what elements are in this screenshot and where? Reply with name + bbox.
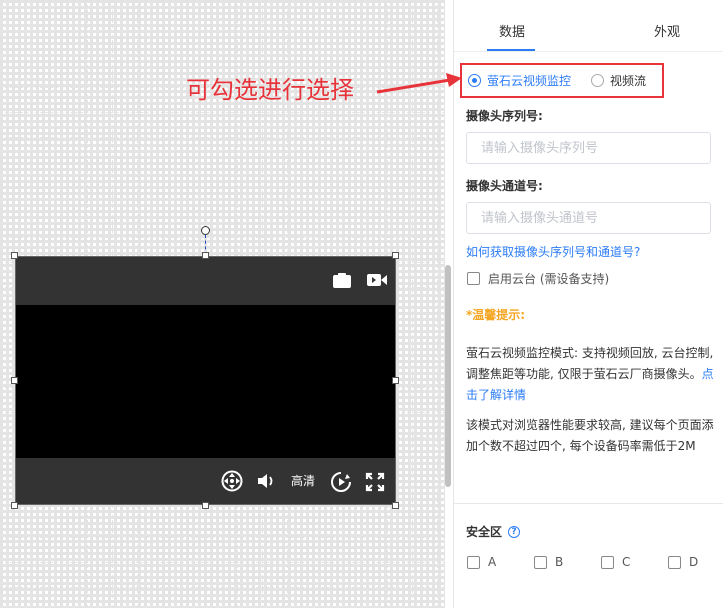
annotation-text: 可勾选进行选择 (186, 76, 354, 104)
annotation-arrow (376, 73, 462, 94)
grid-line (0, 137, 445, 138)
resize-handle-ne[interactable] (392, 252, 399, 259)
tip-text-1: 萤石云视频监控模式: 支持视频回放, 云台控制, 调整焦距等功能, 仅限于萤石云… (466, 346, 714, 381)
radio-video-stream[interactable]: 视频流 (591, 72, 646, 89)
safe-zone-label-row: 安全区 ? (466, 523, 521, 540)
option-label: B (555, 555, 564, 569)
ptz-checkbox[interactable]: 启用云台 (需设备支持) (467, 270, 609, 287)
option-label: D (689, 555, 699, 569)
rotate-handle[interactable] (201, 226, 210, 235)
grid-line (0, 12, 445, 13)
radio-label: 萤石云视频监控 (487, 74, 572, 88)
grid-line (0, 212, 445, 213)
playback-icon[interactable] (330, 471, 352, 493)
safe-zone-option-b[interactable]: B (534, 555, 563, 569)
video-player-widget[interactable]: 高清 (15, 256, 396, 505)
grid-line (0, 512, 445, 513)
radio-label: 视频流 (610, 74, 647, 88)
grid-line (0, 187, 445, 188)
resize-handle-n[interactable] (202, 252, 209, 259)
resize-handle-sw[interactable] (11, 502, 18, 509)
help-icon[interactable]: ? (508, 525, 521, 538)
safe-zone-option-d[interactable]: D (668, 555, 698, 569)
quality-label[interactable]: 高清 (291, 473, 315, 489)
safe-zone-option-c[interactable]: C (601, 555, 630, 569)
radio-dot (468, 74, 481, 87)
channel-label: 摄像头通道号: (466, 179, 543, 193)
grid-line (0, 562, 445, 563)
resize-handle-se[interactable] (392, 502, 399, 509)
resize-handle-w[interactable] (11, 377, 18, 384)
grid-line (0, 162, 445, 163)
checkbox-box (668, 555, 681, 569)
grid-line (0, 112, 445, 113)
tip-title: *温馨提示: (466, 308, 526, 322)
tabs-divider (454, 51, 723, 52)
checkbox-box (534, 555, 547, 569)
tab-data[interactable]: 数据 (499, 24, 525, 42)
grid-line (0, 37, 445, 38)
channel-input[interactable] (466, 202, 711, 234)
tip-paragraph-1: 萤石云视频监控模式: 支持视频回放, 云台控制, 调整焦距等功能, 仅限于萤石云… (466, 343, 716, 406)
serial-input[interactable] (466, 132, 711, 164)
tab-appearance[interactable]: 外观 (654, 24, 680, 42)
fullscreen-icon[interactable] (365, 472, 385, 492)
volume-icon[interactable] (256, 472, 276, 490)
safe-zone-option-a[interactable]: A (467, 555, 496, 569)
radio-dot (591, 74, 604, 87)
ptz-label: 启用云台 (需设备支持) (488, 272, 610, 286)
resize-handle-s[interactable] (202, 502, 209, 509)
option-label: A (488, 555, 497, 569)
section-divider (454, 503, 723, 504)
radio-ezviz-monitor[interactable]: 萤石云视频监控 (468, 72, 571, 89)
ptz-control-icon[interactable] (221, 470, 243, 492)
checkbox-box (467, 272, 480, 285)
grid-line (0, 537, 445, 538)
grid-line (0, 237, 445, 238)
option-label: C (622, 555, 631, 569)
checkbox-box (467, 555, 480, 569)
checkbox-box (601, 555, 614, 569)
resize-handle-e[interactable] (392, 377, 399, 384)
video-record-icon[interactable] (366, 272, 388, 288)
serial-label: 摄像头序列号: (466, 109, 543, 123)
video-control-bar: 高清 (16, 458, 395, 504)
canvas-scrollbar[interactable] (445, 265, 451, 487)
safe-zone-label: 安全区 (466, 525, 503, 539)
tip-paragraph-2: 该模式对浏览器性能要求较高, 建议每个页面添加个数不超过四个, 每个设备码率需低… (466, 418, 714, 453)
camera-icon[interactable] (332, 271, 352, 289)
help-link[interactable]: 如何获取摄像头序列号和通道号? (466, 243, 640, 260)
grid-line (0, 62, 445, 63)
video-top-bar (16, 257, 395, 305)
resize-handle-nw[interactable] (11, 252, 18, 259)
grid-line (0, 587, 445, 588)
grid-line (12, 0, 13, 608)
